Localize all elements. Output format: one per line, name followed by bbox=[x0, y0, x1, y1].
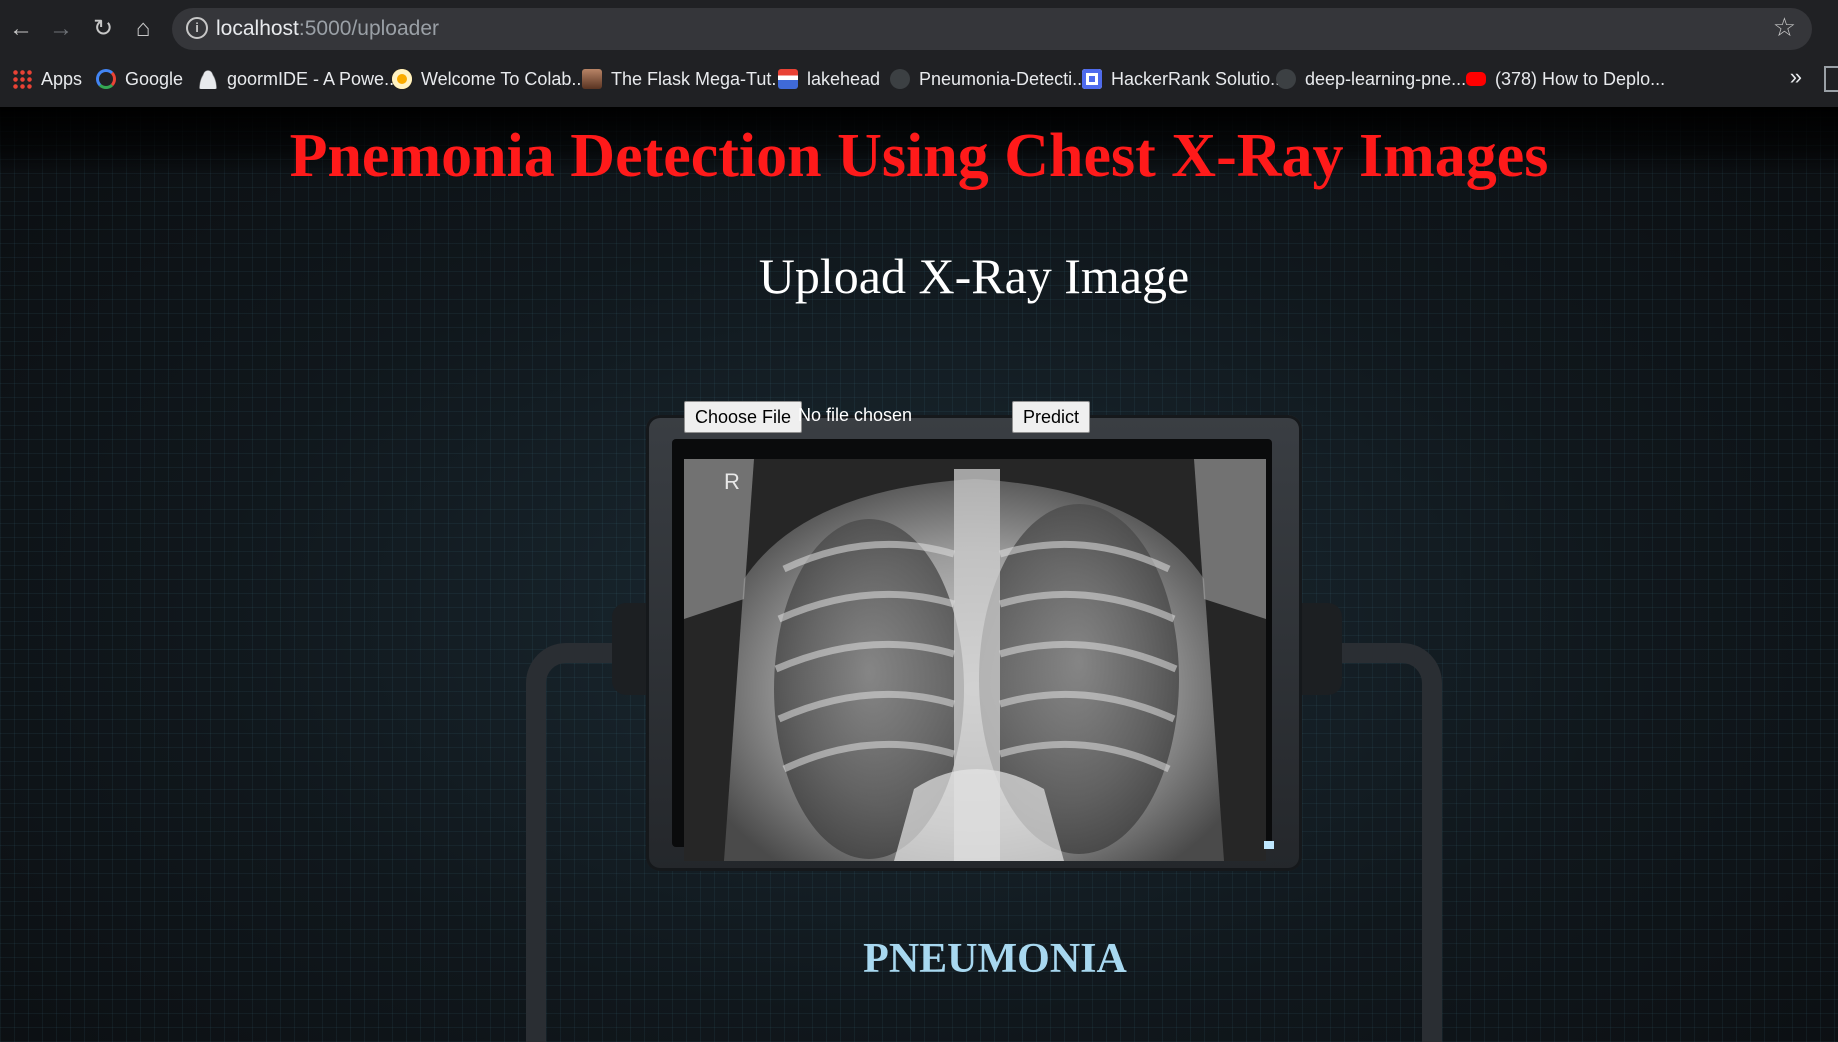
bookmark-label: deep-learning-pne... bbox=[1305, 68, 1467, 89]
page-title: Pnemonia Detection Using Chest X-Ray Ima… bbox=[289, 122, 1549, 190]
upload-form: Choose File No file chosen Predict bbox=[684, 401, 1104, 433]
bookmark-hackerrank[interactable]: HackerRank Solutio... bbox=[1082, 62, 1285, 96]
file-status-text: No file chosen bbox=[798, 405, 913, 425]
youtube-icon bbox=[1466, 72, 1486, 86]
monitor-led bbox=[1264, 841, 1274, 849]
bookmark-label: Apps bbox=[41, 68, 83, 89]
hackerrank-icon bbox=[1082, 69, 1102, 89]
github-icon bbox=[890, 69, 910, 89]
bookmark-label: Welcome To Colab... bbox=[421, 68, 587, 89]
github-icon bbox=[1276, 69, 1296, 89]
bookmark-youtube[interactable]: (378) How to Deplo... bbox=[1466, 62, 1665, 96]
xray-image: R bbox=[684, 459, 1266, 861]
bookmark-label: Pneumonia-Detecti... bbox=[919, 68, 1088, 89]
lakehead-icon bbox=[778, 69, 798, 89]
bookmark-label: The Flask Mega-Tut... bbox=[611, 68, 787, 89]
url-host: localhost bbox=[216, 17, 299, 40]
bookmark-label: (378) How to Deplo... bbox=[1495, 68, 1666, 89]
google-icon bbox=[96, 69, 116, 89]
back-icon[interactable]: ← bbox=[6, 14, 36, 44]
bookmark-label: goormIDE - A Powe... bbox=[227, 68, 400, 89]
bookmark-google[interactable]: Google bbox=[96, 62, 183, 96]
bookmark-goormide[interactable]: goormIDE - A Powe... bbox=[198, 62, 399, 96]
bookmarks-bar: Apps Google goormIDE - A Powe... Welcome… bbox=[0, 62, 1838, 96]
home-icon[interactable]: ⌂ bbox=[128, 14, 158, 44]
upload-heading: Upload X-Ray Image bbox=[758, 248, 1190, 304]
bookmark-colab[interactable]: Welcome To Colab... bbox=[392, 62, 586, 96]
bookmark-label: lakehead bbox=[807, 68, 881, 89]
reload-icon[interactable]: ↻ bbox=[88, 14, 118, 44]
bookmark-label: Google bbox=[125, 68, 184, 89]
bookmark-deep-learning[interactable]: deep-learning-pne... bbox=[1276, 62, 1466, 96]
address-bar[interactable]: i localhost:5000/uploader ☆ bbox=[172, 8, 1812, 50]
xray-marker: R bbox=[724, 469, 740, 494]
apps-grid-icon bbox=[12, 69, 32, 89]
prediction-result: PNEUMONIA bbox=[863, 936, 1127, 982]
forward-icon[interactable]: → bbox=[46, 14, 76, 44]
bookmark-apps[interactable]: Apps bbox=[12, 62, 82, 96]
person-icon bbox=[198, 69, 218, 89]
bookmark-flask[interactable]: The Flask Mega-Tut... bbox=[582, 62, 786, 96]
colab-icon bbox=[392, 69, 412, 89]
url-path: :5000/uploader bbox=[298, 17, 440, 40]
bookmarks-overflow-button[interactable]: » bbox=[1790, 64, 1802, 90]
choose-file-button[interactable]: Choose File bbox=[684, 401, 803, 433]
flask-avatar-icon bbox=[582, 69, 602, 89]
bookmark-pneumonia-detection[interactable]: Pneumonia-Detecti... bbox=[890, 62, 1087, 96]
page-content: Pnemonia Detection Using Chest X-Ray Ima… bbox=[0, 107, 1838, 1042]
predict-button[interactable]: Predict bbox=[1012, 401, 1091, 433]
browser-toolbar: ← → ↻ ⌂ i localhost:5000/uploader ☆ bbox=[0, 0, 1838, 60]
bookmark-lakehead[interactable]: lakehead bbox=[778, 62, 880, 96]
url-text[interactable]: localhost:5000/uploader bbox=[216, 17, 439, 41]
bookmark-label: HackerRank Solutio... bbox=[1111, 68, 1286, 89]
browser-chrome: ← → ↻ ⌂ i localhost:5000/uploader ☆ Apps… bbox=[0, 0, 1838, 107]
star-icon[interactable]: ☆ bbox=[1773, 12, 1796, 43]
reading-list-icon[interactable] bbox=[1824, 66, 1838, 92]
info-icon[interactable]: i bbox=[186, 17, 208, 39]
